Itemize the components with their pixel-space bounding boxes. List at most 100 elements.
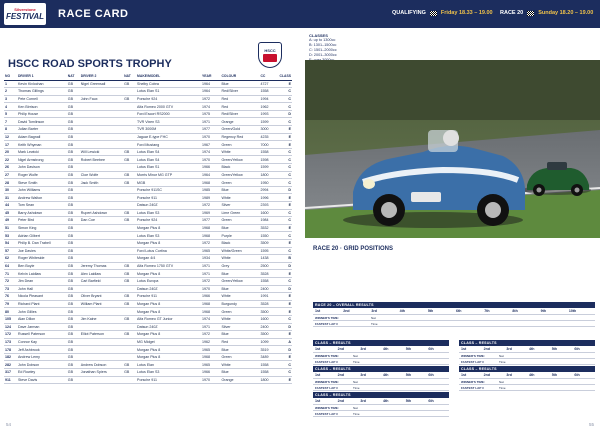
entry-cell: 1558 — [259, 368, 277, 377]
class-results-panel: CLASS – RESULTS 1st 2nd 3rd 4th 5th 6th WINNER'… — [459, 366, 595, 391]
winner-time-label: WINNER'S TIME: — [315, 315, 339, 320]
overall-results-panel: RACE 20 – OVERALL RESULTS 1st 2nd 3rd 4th 5t… — [313, 302, 595, 327]
entry-row: 317 Ed Rowley GB Jonathan Spiers GB Lotus Ela… — [4, 368, 292, 377]
entry-cell: 53 — [4, 231, 17, 240]
entry-cell — [123, 247, 137, 256]
entry-cell: 3500 — [259, 330, 277, 339]
entry-row: 64 Ben Boyle GB Jeremy Thomas GB Alfa Romeo 1… — [4, 262, 292, 271]
entry-cell: GB — [66, 368, 80, 377]
entry-cell: Silver — [220, 323, 260, 332]
entry-cell: Andrew Dobson — [79, 360, 124, 370]
entry-cell: 80 — [4, 307, 17, 316]
entry-cell: Jaguar E-type FHC — [136, 133, 201, 142]
qualifying-label: QUALIFYING — [392, 10, 426, 16]
entry-cell — [123, 254, 137, 263]
entry-cell: D — [276, 110, 292, 119]
entry-row: 26 John Davison GB Lotus Elan S1 1966 Black 15… — [4, 163, 292, 172]
entry-cell: Black — [220, 163, 260, 172]
qualifying-time: Friday 18.33 – 19.00 — [440, 10, 493, 16]
entry-cell: 79 — [4, 300, 17, 309]
entry-cell: 1934 — [201, 254, 221, 263]
entry-cell: 1600 — [259, 315, 277, 324]
entry-cell: E — [276, 224, 292, 233]
entry-cell: Morgan Plus 8 — [136, 345, 201, 354]
entry-cell: Morgan Plus 8 — [136, 239, 201, 248]
entry-cell: GB — [66, 376, 80, 385]
entry-row: 30 John Williams GB Porsche 911SC 1985 Blue 29… — [4, 186, 292, 195]
entry-cell — [123, 201, 137, 210]
entry-row: 53 Adrian Gilbert GB Lotus Elan S3 1968 Purpl… — [4, 231, 292, 240]
entry-cell: Blue — [220, 285, 260, 294]
entry-cell: Lotus Europa — [136, 277, 201, 286]
entry-cell: GB — [66, 307, 80, 316]
winner-time-label: WINNER'S TIME: — [315, 353, 339, 358]
entry-cell: E — [276, 125, 292, 134]
entry-cell: 1558 — [259, 87, 277, 96]
entry-cell: D — [276, 285, 292, 294]
entry-cell: C — [276, 102, 292, 111]
position-slot: 2nd — [337, 347, 345, 351]
entry-cell — [123, 117, 137, 127]
winner-time-label: WINNER'S TIME: — [315, 405, 339, 410]
entry-cell: GB — [123, 155, 137, 165]
entry-cell: 1800 — [259, 376, 277, 385]
entry-cell: 1972 — [201, 239, 221, 248]
entry-cell: GB — [66, 87, 80, 96]
entry-cell: Morris Minor MG GTP — [136, 171, 201, 180]
entry-cell: 4727 — [259, 80, 277, 89]
entry-cell: GB — [66, 102, 80, 111]
entry-cell: GB — [123, 300, 137, 309]
entry-cell: Orange — [220, 117, 260, 127]
entry-cell: 1972 — [201, 330, 221, 339]
fastest-lap-label: FASTEST LAP # — [315, 385, 338, 390]
entry-cell: Porsche 911 — [136, 193, 201, 202]
entry-cell: Morgan Plus 8 — [136, 330, 201, 339]
entry-cell: 1972 — [201, 95, 221, 104]
entry-cell: Nicola Pleasant — [16, 292, 67, 301]
entry-cell: 49 — [4, 216, 17, 225]
entry-cell: Russell Paterson — [16, 330, 67, 339]
entry-row: 173 Connor Kay GB MG Midget 1962 Red 1099 A — [4, 338, 292, 347]
entry-cell: 3489 — [259, 353, 277, 362]
entry-cell: E — [276, 80, 292, 89]
entry-cell: TVR Vixen S3 — [136, 117, 201, 127]
entry-cell: John Hall — [16, 285, 67, 294]
winner-time-value: Nat — [499, 353, 504, 358]
entry-cell: A — [276, 338, 292, 347]
entry-cell: 3 — [4, 95, 17, 104]
entry-cell: 1962 — [259, 102, 277, 111]
entry-cell — [123, 133, 137, 142]
entry-cell: 1800 — [259, 171, 277, 180]
entry-cell: GB — [123, 216, 137, 225]
entry-cell: Julian Barter — [16, 125, 67, 134]
entry-cell: White — [220, 315, 260, 324]
entry-row: 1 Kevin Kivlochan GB Nigel Greensall GB Shelb… — [4, 80, 292, 89]
fastest-lap-value: Time — [499, 359, 506, 364]
entry-cell: 1991 — [259, 292, 277, 301]
entry-cell: 1558 — [259, 148, 277, 157]
entry-cell: GB — [123, 262, 137, 271]
entry-cell: 1967 — [201, 140, 221, 149]
entry-cell: 1599 — [259, 117, 277, 127]
entry-cell: Barry Ashdown — [16, 209, 67, 218]
entry-cell: Blue — [220, 269, 260, 278]
entry-row: 17 Keith Whyman GB Ford Mustang 1967 Green 700… — [4, 140, 292, 149]
entry-cell: Burgundy — [220, 300, 260, 309]
entry-cell: C — [276, 247, 292, 256]
entry-cell: Green — [220, 216, 260, 225]
entry-cell: Kevin Kivlochan — [16, 80, 67, 89]
position-slot: 2nd — [343, 309, 350, 313]
position-slot: 5th — [405, 373, 412, 377]
winner-time-label: WINNER'S TIME: — [461, 379, 485, 384]
entry-cell — [79, 117, 124, 127]
entry-cell — [79, 87, 124, 96]
entry-cell: GB — [66, 148, 80, 157]
header-title: RACE CARD — [58, 8, 129, 20]
entry-cell: Jonathan Spiers — [79, 368, 124, 377]
position-slot: 2nd — [483, 373, 491, 377]
entry-cell: Lotus Elan S1 — [136, 87, 201, 96]
entry-cell — [123, 307, 137, 316]
entry-cell: 1970 — [201, 285, 221, 294]
entry-cell: B — [276, 254, 292, 263]
class-results-panel: CLASS – RESULTS 1st 2nd 3rd 4th 5th 6th WINNER'… — [313, 366, 449, 391]
